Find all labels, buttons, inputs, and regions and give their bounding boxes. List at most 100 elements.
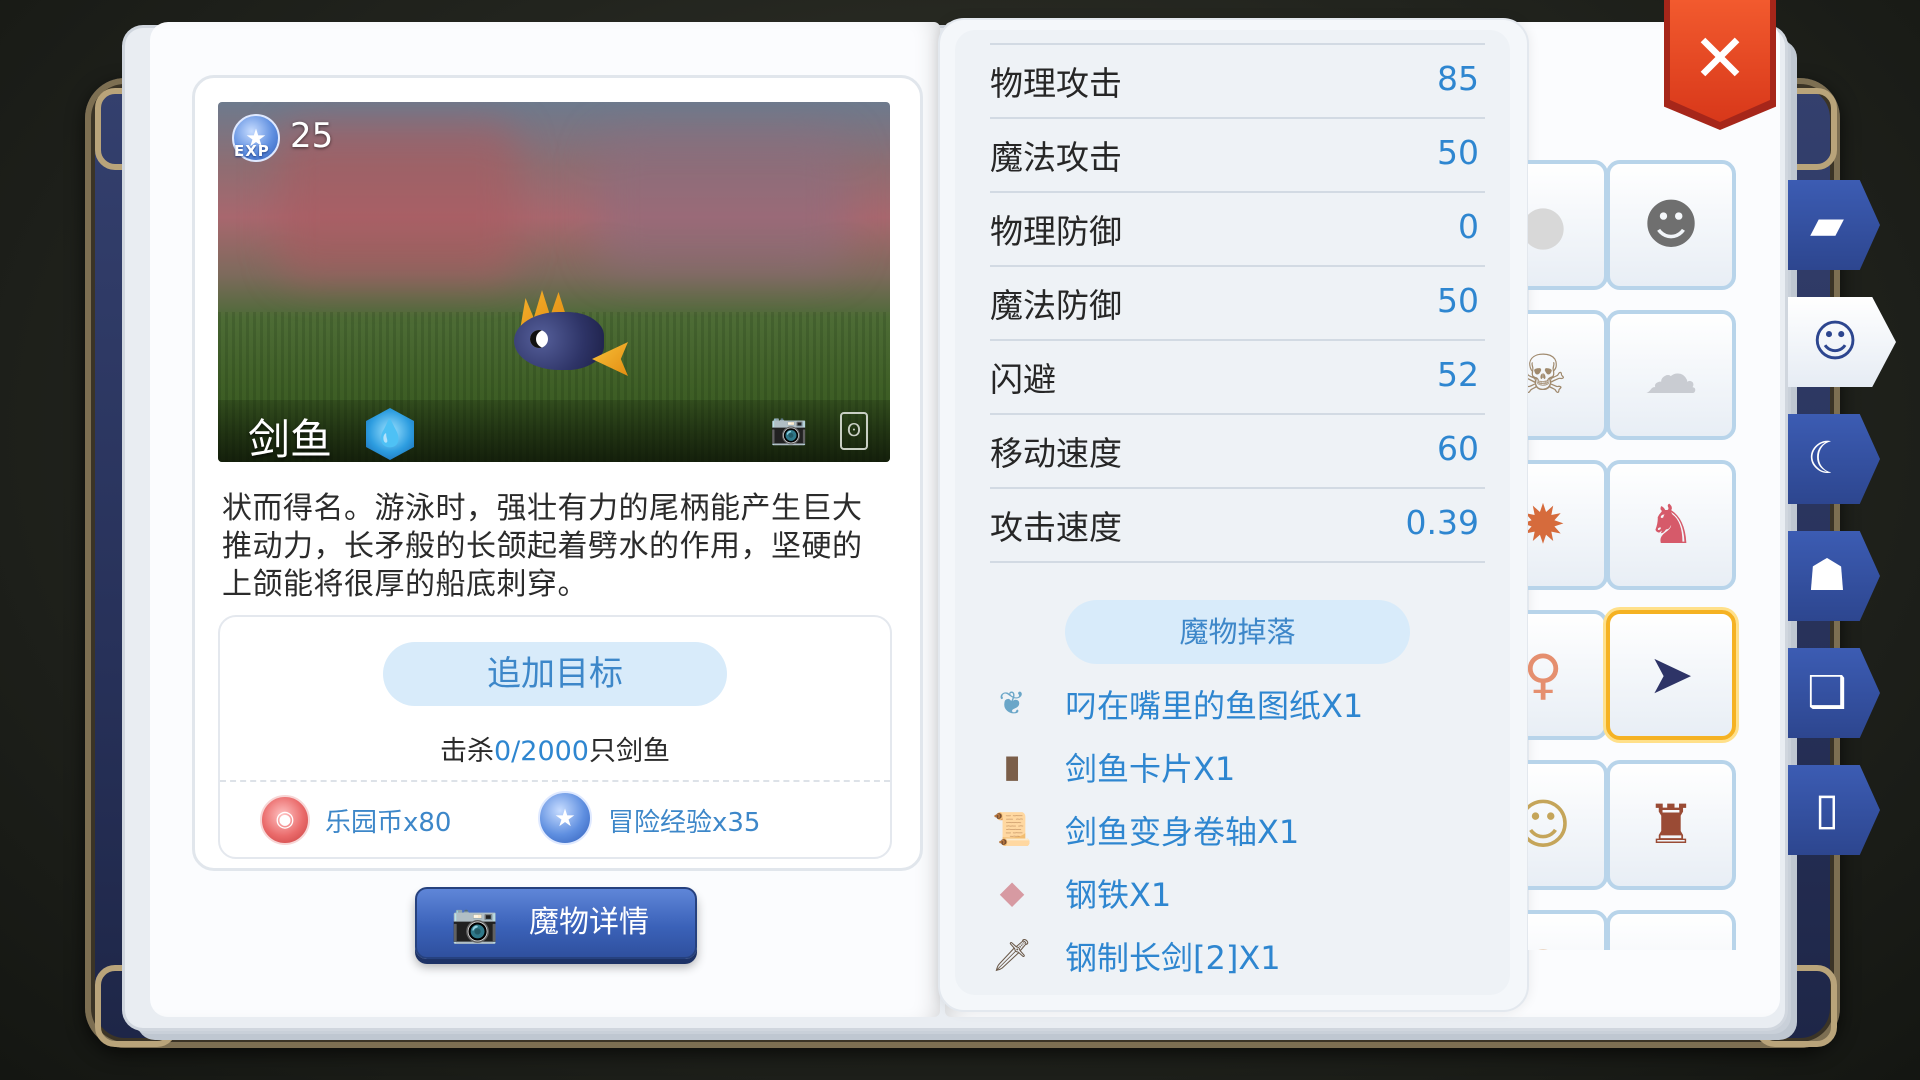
drop-item-name: 剑鱼卡片X1: [1065, 750, 1236, 788]
stat-row-physical-defense: 物理防御 0: [990, 191, 1485, 267]
stat-row-dodge: 闪避 52: [990, 339, 1485, 415]
stat-value: 60: [1437, 429, 1479, 468]
monster-drops-title: 魔物掉落: [1065, 600, 1410, 664]
stat-value: 0.39: [1405, 503, 1479, 542]
monster-grid-cell[interactable]: ●: [1528, 160, 1608, 290]
monster-grid-cell[interactable]: ☁: [1606, 310, 1736, 440]
tab-horn[interactable]: ☾: [1788, 414, 1880, 504]
crab-icon: ✹: [1528, 493, 1566, 556]
sword-icon: 🗡: [991, 936, 1033, 974]
kill-count: 0/2000: [494, 736, 589, 767]
stat-row-physical-attack: 物理攻击 85: [990, 43, 1485, 119]
monster-preview-scene[interactable]: ★ EXP 25 剑鱼 💧 📷 ʘ: [218, 102, 890, 462]
monster-description: 状而得名。游泳时，强壮有力的尾柄能产生巨大推动力，长矛般的长颌起着劈水的作用，坚…: [222, 491, 863, 602]
kill-prefix: 击杀: [440, 736, 494, 767]
camera-icon: 📷: [451, 901, 499, 945]
monster-model-eye: [530, 330, 548, 348]
mermaid-icon: ♀: [1528, 643, 1563, 706]
drop-item[interactable]: 🗡 钢制长剑[2]X1: [990, 927, 1470, 987]
monster-grid-cell[interactable]: ☻: [1606, 160, 1736, 290]
monster-model: [514, 312, 604, 370]
steel-icon: ◆: [999, 873, 1025, 911]
stat-row-magic-defense: 魔法防御 50: [990, 265, 1485, 341]
stat-row-magic-attack: 魔法攻击 50: [990, 117, 1485, 193]
monster-grid-cell[interactable]: ✹: [1528, 460, 1608, 590]
stat-value: 0: [1458, 207, 1479, 246]
stat-label: 闪避: [990, 360, 1056, 399]
drop-item[interactable]: ❦ 叼在嘴里的鱼图纸X1: [990, 675, 1470, 735]
drop-item[interactable]: ◆ 钢铁X1: [990, 864, 1470, 924]
divider: [990, 561, 1485, 563]
tab-npc[interactable]: ☗: [1788, 531, 1880, 621]
fish-blueprint-icon: ❦: [998, 684, 1026, 722]
scroll-icon: 📜: [992, 810, 1032, 848]
stat-label: 移动速度: [990, 434, 1122, 473]
reward-exp-label: 冒险经验x35: [608, 808, 761, 838]
goblin-icon: ☺: [1528, 793, 1572, 856]
divider: [220, 780, 890, 782]
card-icon[interactable]: ʘ: [840, 412, 868, 450]
monster-grid-cell[interactable]: ☺: [1528, 760, 1608, 890]
drop-item-name: 叼在嘴里的鱼图纸X1: [1065, 687, 1364, 725]
devil-poring-icon: ☻: [1642, 193, 1700, 256]
stat-label: 魔法防御: [990, 286, 1122, 325]
monster-face-icon: ☺: [1812, 316, 1858, 367]
poring-icon: ●: [1528, 193, 1567, 256]
add-target-button[interactable]: 追加目标: [383, 642, 727, 706]
npc-icon: ☗: [1807, 550, 1847, 601]
monster-grid-cell[interactable]: ♞: [1606, 460, 1736, 590]
tab-cards[interactable]: ▯: [1788, 765, 1880, 855]
monster-grid-cell[interactable]: ✦: [1606, 910, 1736, 950]
skeleton-icon: ☠: [1528, 343, 1568, 406]
tab-book[interactable]: ▰: [1788, 180, 1880, 270]
card-tab-icon: ▯: [1814, 784, 1840, 835]
exp-star-icon: ★: [538, 791, 592, 845]
open-book-icon: ❑: [1807, 667, 1847, 718]
stat-value: 50: [1437, 133, 1479, 172]
monster-level: 25: [290, 116, 334, 156]
stat-label: 物理防御: [990, 212, 1122, 251]
drop-item[interactable]: ▮ 剑鱼卡片X1: [990, 738, 1470, 798]
stat-value: 85: [1437, 59, 1479, 98]
book-icon: ▰: [1810, 199, 1844, 250]
monster-grid-cell[interactable]: ♜: [1606, 760, 1736, 890]
exp-label: EXP: [234, 142, 270, 160]
camera-icon[interactable]: 📷: [770, 412, 807, 447]
monster-name: 剑鱼: [248, 415, 333, 462]
hunt-target-box: 追加目标 击杀0/2000只剑鱼 ◉ 乐园币x80 ★ 冒险经验x35: [218, 615, 892, 859]
monster-icon: ✦: [1610, 914, 1732, 950]
stat-row-attack-speed: 攻击速度 0.39: [990, 487, 1485, 563]
kill-progress: 击杀0/2000只剑鱼: [220, 729, 890, 768]
stat-label: 攻击速度: [990, 508, 1122, 547]
monster-grid-cell[interactable]: ☻: [1528, 910, 1608, 950]
drop-item-name: 钢制长剑[2]X1: [1065, 939, 1281, 977]
frog-icon: ♞: [1646, 493, 1696, 556]
stat-label: 物理攻击: [990, 64, 1122, 103]
horn-icon: ☾: [1807, 433, 1847, 484]
monster-grid: ● ☻ ☠ ☁ ✹ ♞ ♀ ➤ ☺ ♜ ☻ ✦: [1528, 150, 1748, 950]
scene-background-blur: [598, 132, 848, 272]
monster-icon: ☻: [1528, 914, 1604, 950]
warrior-icon: ♜: [1646, 793, 1696, 856]
monster-detail-button[interactable]: 📷 魔物详情: [415, 887, 697, 959]
close-icon: ✕: [1692, 20, 1748, 97]
swordfish-icon: ➤: [1648, 643, 1694, 706]
park-coin-icon: ◉: [260, 795, 310, 845]
stat-row-move-speed: 移动速度 60: [990, 413, 1485, 489]
reward-coin-label: 乐园币x80: [325, 808, 452, 838]
close-button[interactable]: ✕: [1670, 0, 1770, 122]
card-icon: ▮: [1003, 747, 1021, 785]
monster-detail-label: 魔物详情: [529, 905, 649, 940]
tab-open-book[interactable]: ❑: [1788, 648, 1880, 738]
monster-grid-cell[interactable]: ♀: [1528, 610, 1608, 740]
tab-monsters[interactable]: ☺: [1788, 297, 1896, 387]
drop-item-name: 钢铁X1: [1065, 876, 1172, 914]
drop-item[interactable]: 📜 剑鱼变身卷轴X1: [990, 801, 1470, 861]
monster-grid-cell-selected[interactable]: ➤: [1606, 610, 1736, 740]
stat-value: 50: [1437, 281, 1479, 320]
ghost-icon: ☁: [1644, 343, 1698, 406]
drop-item-name: 剑鱼变身卷轴X1: [1065, 813, 1300, 851]
kill-suffix: 只剑鱼: [589, 736, 670, 767]
stat-label: 魔法攻击: [990, 138, 1122, 177]
monster-grid-cell[interactable]: ☠: [1528, 310, 1608, 440]
